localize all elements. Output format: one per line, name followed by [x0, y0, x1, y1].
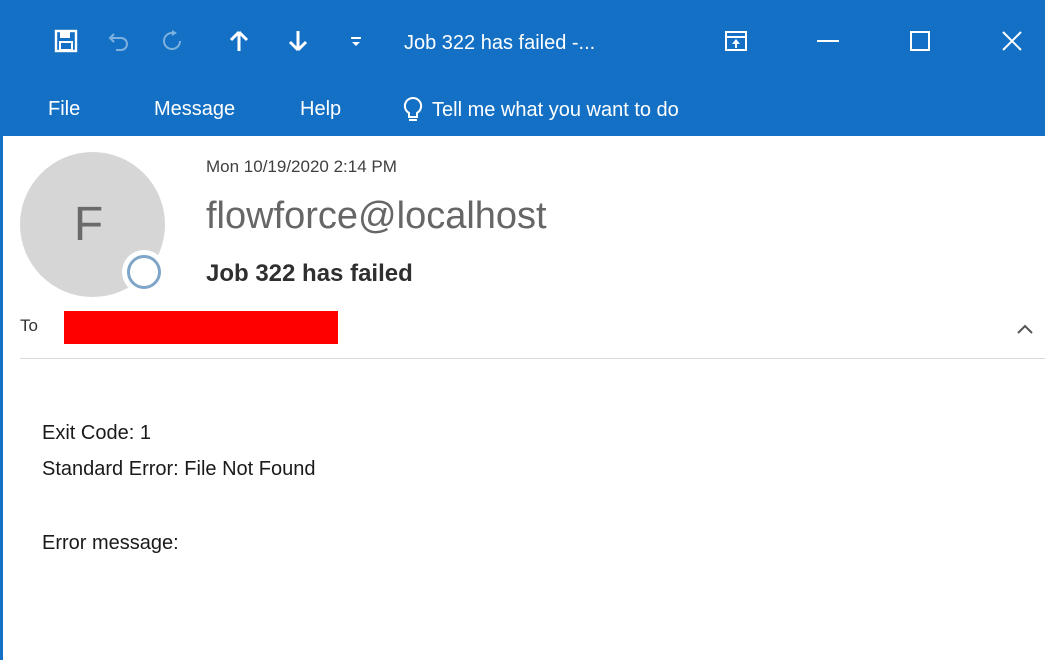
exit-code-line: Exit Code: 1 [42, 422, 151, 444]
avatar-initial: F [73, 198, 104, 251]
previous-item-icon[interactable] [226, 28, 252, 54]
lightbulb-icon [403, 96, 423, 121]
menu-message[interactable]: Message [154, 96, 235, 122]
redo-icon[interactable] [159, 28, 185, 54]
message-subject: Job 322 has failed [206, 260, 413, 287]
save-icon[interactable] [53, 28, 79, 54]
maximize-button[interactable] [902, 24, 938, 58]
tell-me-search[interactable]: Tell me what you want to do [402, 94, 679, 126]
message-body: Exit Code: 1 Standard Error: File Not Fo… [42, 415, 315, 561]
ribbon-display-options-icon[interactable] [718, 24, 754, 58]
sender-address[interactable]: flowforce@localhost [206, 195, 547, 238]
recipient-redacted[interactable] [64, 311, 338, 344]
standard-error-line: Standard Error: File Not Found [42, 458, 316, 480]
message-date: Mon 10/19/2020 2:14 PM [206, 157, 397, 176]
to-label: To [20, 316, 38, 335]
close-button[interactable] [994, 24, 1030, 58]
customize-toolbar-icon[interactable] [343, 28, 369, 54]
error-message-line: Error message: [42, 532, 179, 554]
window-title: Job 322 has failed -... [404, 32, 596, 54]
minimize-button[interactable] [810, 24, 846, 58]
presence-status-icon [122, 250, 166, 294]
window-left-border [0, 136, 3, 660]
menu-help[interactable]: Help [300, 96, 341, 122]
menu-file[interactable]: File [48, 96, 80, 122]
header-divider [20, 358, 1045, 359]
undo-icon[interactable] [106, 28, 132, 54]
title-bar: Job 322 has failed -... [0, 0, 1045, 84]
next-item-icon[interactable] [285, 28, 311, 54]
collapse-header-icon[interactable] [1012, 318, 1038, 340]
outlook-message-window: Job 322 has failed -... File Message Hel… [0, 0, 1045, 660]
tell-me-label: Tell me what you want to do [432, 99, 679, 121]
